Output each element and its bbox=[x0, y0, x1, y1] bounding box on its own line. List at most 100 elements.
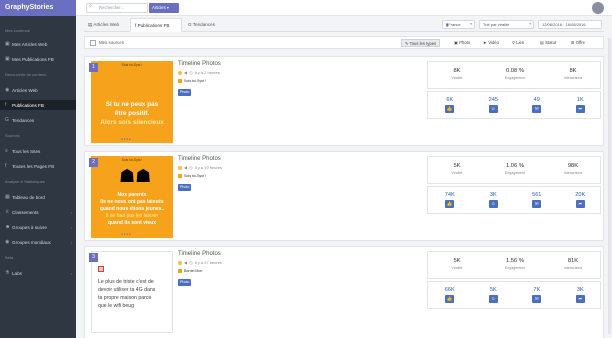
share-icon: ➦ bbox=[575, 105, 585, 113]
sidebar-group-title: Mes contenus bbox=[5, 28, 30, 33]
dashboard-icon: ▦ bbox=[5, 194, 10, 200]
sidebar-item-groupes-mondiaux[interactable]: ◉ Groupes mondiaux ‹ bbox=[0, 237, 76, 247]
clock-icon: ◷ bbox=[189, 70, 193, 75]
filter-link-button[interactable]: ⚲ Lien bbox=[509, 39, 527, 47]
chevron-down-icon: ▾ bbox=[166, 5, 170, 10]
post-card[interactable]: Le plus de triste c'est de devoir utilis… bbox=[84, 246, 604, 338]
post-page-tag[interactable]: Bordel Mon bbox=[178, 269, 202, 273]
page-avatar-icon bbox=[178, 269, 182, 273]
page-avatar-icon bbox=[178, 79, 182, 83]
post-metrics: 8K Viralité 0.08 % Engagement 8K Interactio… bbox=[427, 61, 601, 89]
tab-articles-web[interactable]: ▤ Articles Web bbox=[84, 18, 128, 32]
sidebar-group-title: Analyse & Statistiques bbox=[5, 179, 45, 184]
post-title[interactable]: Timeline Photos bbox=[178, 61, 221, 67]
post-thumbnail[interactable]: Sois toi-Syst ! Si tu ne peux pas être p… bbox=[91, 61, 173, 143]
list-icon: ▤ bbox=[88, 22, 93, 27]
reaction-likes[interactable]: 74K 👍 bbox=[428, 187, 472, 215]
reaction-shares[interactable]: 3K ➦ bbox=[559, 282, 603, 310]
facebook-icon: f bbox=[135, 23, 137, 28]
chevron-left-icon: ‹ bbox=[70, 224, 72, 230]
emoji-icon bbox=[98, 266, 104, 272]
filter-photo-button[interactable]: ▣ Photo bbox=[451, 39, 473, 47]
sidebar-item-publications-fb[interactable]: f Publications FB bbox=[0, 100, 76, 110]
post-type-badge: Photo bbox=[178, 279, 192, 286]
sort-select[interactable]: Trié par viralité ▾ bbox=[479, 20, 534, 29]
sidebar-item-mes-publications-fb[interactable]: ▣ Mes Publications FB bbox=[0, 54, 76, 64]
status-dot-icon bbox=[178, 260, 182, 265]
sidebar-item-toutes-les-pages-fb[interactable]: f Toutes les Pages FB bbox=[0, 161, 76, 171]
sidebar-item-labs[interactable]: ⚗ Labs ‹ bbox=[0, 268, 76, 278]
reaction-comments[interactable]: 561 ✉ bbox=[515, 187, 559, 215]
wow-icon: ☺ bbox=[488, 200, 498, 208]
sidebar-item-tendances[interactable]: G Tendances bbox=[0, 115, 76, 125]
search-input[interactable]: Rechercher... bbox=[86, 3, 148, 13]
sidebar-group-title: Découverte de contenu bbox=[5, 72, 47, 77]
reaction-shares[interactable]: 20K ➦ bbox=[559, 187, 603, 215]
list-icon: ≡ bbox=[5, 148, 8, 154]
brand-logo[interactable]: GraphyStories bbox=[0, 0, 76, 16]
chevron-left-icon: ‹ bbox=[70, 239, 72, 245]
reaction-comments[interactable]: 7K ✉ bbox=[515, 282, 559, 310]
date-range-picker[interactable]: 12/08/2016 - 16/08/2016 bbox=[538, 20, 602, 29]
metric-engagement: 0.08 % Engagement bbox=[504, 68, 526, 80]
search-type-select[interactable]: Articles ▾ bbox=[149, 3, 179, 13]
sidebar-item-mes-articles-web[interactable]: ▣ Mes Articles Web bbox=[0, 39, 76, 49]
globe-icon: ◉ bbox=[5, 87, 10, 93]
sidebar-item-articles-web[interactable]: ◉ Articles Web bbox=[0, 85, 76, 95]
reaction-wow[interactable]: 245 ☺ bbox=[472, 92, 516, 120]
post-page-tag[interactable]: Sois toi-Syst ! bbox=[178, 174, 206, 178]
sidebar-item-groupes-a-suivre[interactable]: ☻ Groupes à suivre ‹ bbox=[0, 222, 76, 232]
post-card[interactable]: Sois toi-Syst ! ☗☗ Nos parents Ils ne no… bbox=[84, 151, 604, 241]
post-thumbnail[interactable]: Sois toi-Syst ! ☗☗ Nos parents Ils ne no… bbox=[91, 156, 173, 238]
post-title[interactable]: Timeline Photos bbox=[178, 156, 221, 162]
post-rank: 2 bbox=[89, 158, 98, 167]
flask-icon: ⚗ bbox=[5, 270, 10, 276]
post-title[interactable]: Timeline Photos bbox=[178, 251, 221, 257]
google-icon: G bbox=[5, 117, 9, 123]
reaction-wow[interactable]: 3K ☺ bbox=[472, 187, 516, 215]
wow-icon: ☺ bbox=[488, 105, 498, 113]
filter-status-button[interactable]: ▤ Statut bbox=[537, 39, 559, 47]
scrollbar[interactable] bbox=[608, 38, 611, 334]
reaction-wow[interactable]: 5K ☺ bbox=[472, 282, 516, 310]
post-reactions: 66K 👍 5K ☺ 7K ✉ 3K ➦ bbox=[427, 281, 601, 309]
comment-icon: ✉ bbox=[532, 200, 542, 208]
country-select[interactable]: ▮France ▾ bbox=[442, 20, 475, 29]
metric-interactions: 8K Interactions bbox=[563, 68, 583, 80]
reaction-shares[interactable]: 1K ➦ bbox=[559, 92, 603, 120]
filter-all-types-button[interactable]: ✎ Tous les types bbox=[401, 39, 441, 47]
metric-virality: 8K Viralité bbox=[451, 68, 463, 80]
post-thumbnail[interactable]: Le plus de triste c'est de devoir utilis… bbox=[91, 251, 173, 333]
post-metrics: 5K Viralité 1.06 % Engagement 98K Interacti… bbox=[427, 156, 601, 184]
post-type-badge: Photo bbox=[178, 184, 192, 191]
sidebar-item-tableau-de-bord[interactable]: ▦ Tableau de bord bbox=[0, 192, 76, 202]
like-icon: 👍 bbox=[445, 200, 455, 208]
post-meta: ◀ ◷ Il y a 27 heures bbox=[178, 260, 222, 265]
tab-tendances[interactable]: G Tendances bbox=[184, 18, 224, 32]
sidebar-group-title: Beta bbox=[5, 255, 14, 260]
metric-interactions: 98K Interactions bbox=[563, 163, 583, 175]
post-metrics: 5K Viralité 1.56 % Engagement 81K Interacti… bbox=[427, 251, 601, 279]
reaction-comments[interactable]: 49 ✉ bbox=[515, 92, 559, 120]
reaction-likes[interactable]: 66K 👍 bbox=[428, 282, 472, 310]
filter-offer-button[interactable]: ⊞ Offre bbox=[568, 39, 588, 47]
tab-publications-fb[interactable]: f Publications FB bbox=[130, 18, 182, 32]
filter-video-button[interactable]: ► Vidéo bbox=[480, 39, 502, 47]
post-card[interactable]: Sois toi-Syst ! Si tu ne peux pas être p… bbox=[84, 56, 604, 146]
google-icon: G bbox=[188, 22, 192, 27]
metric-virality: 5K Viralité bbox=[451, 258, 463, 270]
avatar[interactable] bbox=[592, 2, 604, 14]
reaction-likes[interactable]: 6K 👍 bbox=[428, 92, 472, 120]
post-page-tag[interactable]: Sois toi-Syst ! bbox=[178, 79, 206, 83]
metric-virality: 5K Viralité bbox=[451, 163, 463, 175]
globe-icon: ◉ bbox=[5, 239, 10, 245]
sidebar-item-tous-les-sites[interactable]: ≡ Tous les Sites bbox=[0, 146, 76, 156]
post-type-badge: Photo bbox=[178, 89, 192, 96]
select-all-label: Mes sources bbox=[99, 40, 124, 45]
sidebar-item-classements[interactable]: ♕ Classements ‹ bbox=[0, 207, 76, 217]
volume-icon: ◀ bbox=[184, 70, 188, 75]
post-reactions: 74K 👍 3K ☺ 561 ✉ 20K ➦ bbox=[427, 186, 601, 214]
facebook-icon: f bbox=[5, 102, 7, 108]
folder-icon: ▣ bbox=[5, 56, 10, 62]
select-all-checkbox[interactable] bbox=[90, 40, 96, 46]
